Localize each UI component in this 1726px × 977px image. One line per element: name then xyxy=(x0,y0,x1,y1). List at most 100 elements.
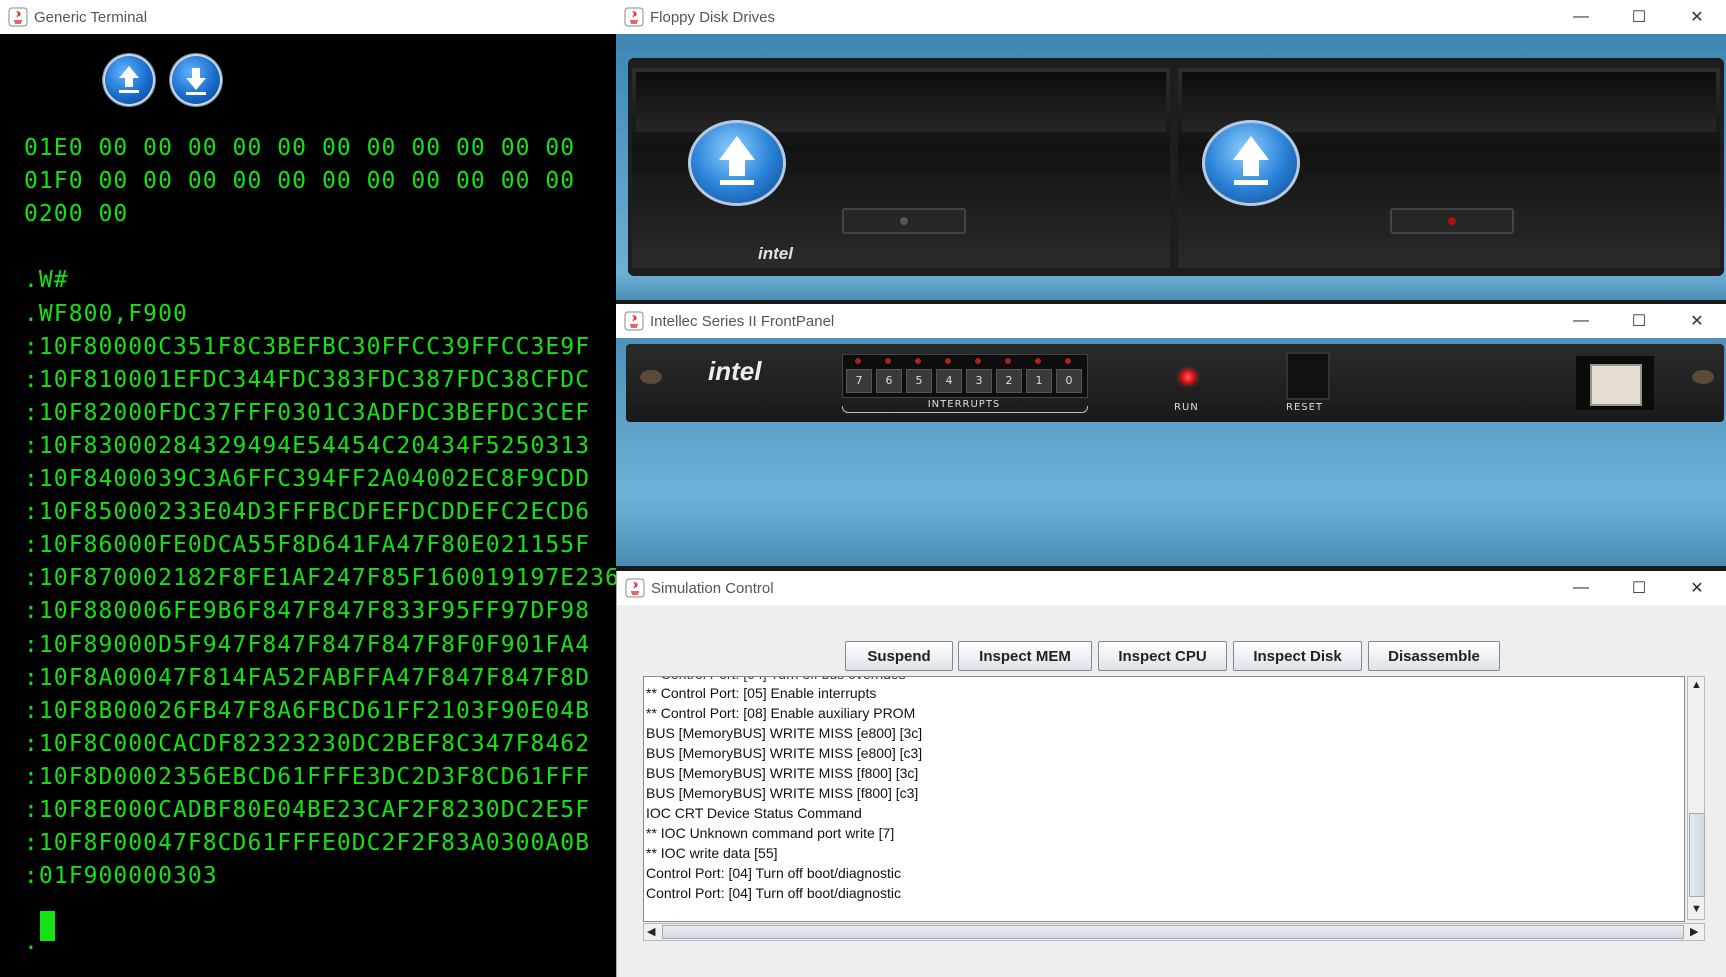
scroll-up-icon[interactable]: ▲ xyxy=(1691,679,1702,691)
interrupt-switch-5[interactable]: 5 xyxy=(903,355,933,397)
terminal-line: 01F0 00 00 00 00 00 00 00 00 00 00 00 xyxy=(24,168,576,195)
log-textarea[interactable]: ** Control Port: [04] Turn off bus overr… xyxy=(643,676,1685,922)
interrupt-led xyxy=(975,358,981,364)
window-title: Generic Terminal xyxy=(34,8,148,26)
eject-drive-1-icon[interactable] xyxy=(1202,120,1300,206)
interrupt-switch-1[interactable]: 1 xyxy=(1023,355,1053,397)
simctl-window: Simulation Control — ☐ ✕ Suspend Inspect… xyxy=(616,571,1726,977)
window-title: Intellec Series II FrontPanel xyxy=(650,312,835,330)
interrupt-switch-2[interactable]: 2 xyxy=(993,355,1023,397)
terminal-line: :10F89000D5F947F847F847F847F8F0F901FA4 xyxy=(24,631,591,658)
terminal-line: :10F80000C351F8C3BEFBC30FFCC39FFCC3E9F xyxy=(24,333,591,360)
close-icon[interactable]: ✕ xyxy=(1668,571,1726,605)
close-icon[interactable]: ✕ xyxy=(1668,0,1726,34)
power-button[interactable] xyxy=(1576,356,1654,410)
minimize-icon[interactable]: — xyxy=(1552,0,1610,34)
disassemble-button[interactable]: Disassemble xyxy=(1368,641,1500,671)
terminal-line: :10F83000284329494E54454C20434F5250313 xyxy=(24,432,591,459)
horizontal-scroll-thumb[interactable] xyxy=(662,925,1684,939)
minimize-icon[interactable]: — xyxy=(1552,571,1610,605)
scroll-down-icon[interactable]: ▼ xyxy=(1691,903,1702,915)
log-line: ** Control Port: [08] Enable auxiliary P… xyxy=(646,705,916,721)
upload-icon[interactable] xyxy=(103,54,155,106)
suspend-button[interactable]: Suspend xyxy=(845,641,953,671)
maximize-icon[interactable]: ☐ xyxy=(1610,304,1668,338)
scroll-right-icon[interactable]: ▶ xyxy=(1690,925,1698,938)
terminal-titlebar[interactable]: Generic Terminal xyxy=(0,0,616,34)
window-title: Floppy Disk Drives xyxy=(650,8,776,26)
inspect-disk-button[interactable]: Inspect Disk xyxy=(1233,641,1362,671)
terminal-line: :10F8A00047F814FA52FABFFA47F847F847F8D xyxy=(24,664,591,691)
log-line: BUS [MemoryBUS] WRITE MISS [f800] [3c] xyxy=(646,765,919,781)
interrupt-switch-7[interactable]: 7 xyxy=(843,355,873,397)
reset-label: RESET xyxy=(1286,402,1324,413)
terminal-cursor xyxy=(40,911,55,941)
interrupt-switch-label: 1 xyxy=(1026,369,1052,393)
screw-icon xyxy=(640,370,662,384)
control-strip: intel 76543210 INTERRUPTS RUN RESET xyxy=(626,344,1724,422)
terminal-line: :10F8E000CADBF80E04BE23CAF2F8230DC2E5F xyxy=(24,797,591,823)
front-panel: intel 76543210 INTERRUPTS RUN RESET xyxy=(616,338,1726,566)
minimize-icon[interactable]: — xyxy=(1552,304,1610,338)
inspect-cpu-button[interactable]: Inspect CPU xyxy=(1098,641,1227,671)
log-line: BUS [MemoryBUS] WRITE MISS [e800] [c3] xyxy=(646,745,923,761)
log-line: IOC CRT Device Status Command xyxy=(646,805,862,821)
log-line: BUS [MemoryBUS] WRITE MISS [f800] [c3] xyxy=(646,785,919,801)
drive-1-latch[interactable] xyxy=(1390,208,1514,234)
vertical-scrollbar[interactable]: ▲ ▼ xyxy=(1687,676,1705,920)
terminal-window: Generic Terminal 01E0 00 00 00 00 00 00 … xyxy=(0,0,616,977)
simctl-titlebar[interactable]: Simulation Control — ☐ ✕ xyxy=(617,571,1726,605)
reset-button[interactable] xyxy=(1286,352,1330,400)
terminal-line: :10F8C000CACDF82323230DC2BEF8C347F8462 xyxy=(24,730,591,757)
interrupt-switch-0[interactable]: 0 xyxy=(1053,355,1083,397)
log-line: Control Port: [04] Turn off boot/diagnos… xyxy=(646,885,902,901)
interrupt-switch-3[interactable]: 3 xyxy=(963,355,993,397)
terminal-line: :10F82000FDC37FFF0301C3ADFDC3BEFDC3CEF xyxy=(24,399,591,426)
interrupt-led xyxy=(1035,358,1041,364)
floppy-drives-panel: intel xyxy=(616,34,1726,300)
eject-drive-0-icon[interactable] xyxy=(688,120,786,206)
run-label: RUN xyxy=(1174,402,1199,413)
close-icon[interactable]: ✕ xyxy=(1668,304,1726,338)
interrupt-led xyxy=(885,358,891,364)
drive-0-latch[interactable] xyxy=(842,208,966,234)
maximize-icon[interactable]: ☐ xyxy=(1610,571,1668,605)
interrupt-led xyxy=(1005,358,1011,364)
terminal-line: .W# xyxy=(24,267,69,294)
terminal-line: . xyxy=(24,929,39,956)
java-icon xyxy=(624,311,644,331)
terminal-line: 01E0 00 00 00 00 00 00 00 00 00 00 00 xyxy=(24,135,576,161)
interrupt-led xyxy=(945,358,951,364)
horizontal-scrollbar[interactable]: ◀ ▶ xyxy=(643,923,1705,941)
vertical-scroll-thumb[interactable] xyxy=(1689,813,1705,897)
terminal-line: :10F810001EFDC344FDC383FDC387FDC38CFDC xyxy=(24,366,591,393)
terminal-screen[interactable]: 01E0 00 00 00 00 00 00 00 00 00 00 00 01F… xyxy=(0,34,616,977)
interrupt-switch-label: 5 xyxy=(906,369,932,393)
terminal-line: :01F900000303 xyxy=(24,863,218,890)
floppy-titlebar[interactable]: Floppy Disk Drives — ☐ ✕ xyxy=(616,0,1726,34)
maximize-icon[interactable]: ☐ xyxy=(1610,0,1668,34)
run-led xyxy=(1180,370,1196,384)
interrupt-switch-label: 7 xyxy=(846,369,872,393)
window-title: Simulation Control xyxy=(651,579,774,597)
log-line: ** Control Port: [05] Enable interrupts xyxy=(646,685,877,701)
interrupt-switch-4[interactable]: 4 xyxy=(933,355,963,397)
interrupt-switch-label: 4 xyxy=(936,369,962,393)
frontpanel-titlebar[interactable]: Intellec Series II FrontPanel — ☐ ✕ xyxy=(616,304,1726,338)
interrupt-switch-6[interactable]: 6 xyxy=(873,355,903,397)
terminal-line: :10F86000FE0DCA55F8D641FA47F80E021155F xyxy=(24,532,591,559)
scroll-left-icon[interactable]: ◀ xyxy=(647,925,655,938)
terminal-line: :10F85000233E04D3FFFBCDFEFDCDDEFC2ECD6 xyxy=(24,499,591,526)
java-icon xyxy=(8,7,28,27)
log-line: Control Port: [04] Turn off boot/diagnos… xyxy=(646,865,902,881)
log-line: ** IOC Unknown command port write [7] xyxy=(646,825,895,841)
inspect-mem-button[interactable]: Inspect MEM xyxy=(958,641,1092,671)
interrupt-switches: 76543210 xyxy=(842,354,1088,398)
sim-panel: Suspend Inspect MEM Inspect CPU Inspect … xyxy=(617,605,1726,977)
java-icon xyxy=(625,578,645,598)
interrupt-switch-label: 0 xyxy=(1056,369,1082,393)
terminal-line: :10F8D0002356EBCD61FFFE3DC2D3F8CD61FFF xyxy=(24,763,591,790)
download-icon[interactable] xyxy=(170,54,222,106)
interrupt-switch-label: 3 xyxy=(966,369,992,393)
interrupt-switch-label: 2 xyxy=(996,369,1022,393)
